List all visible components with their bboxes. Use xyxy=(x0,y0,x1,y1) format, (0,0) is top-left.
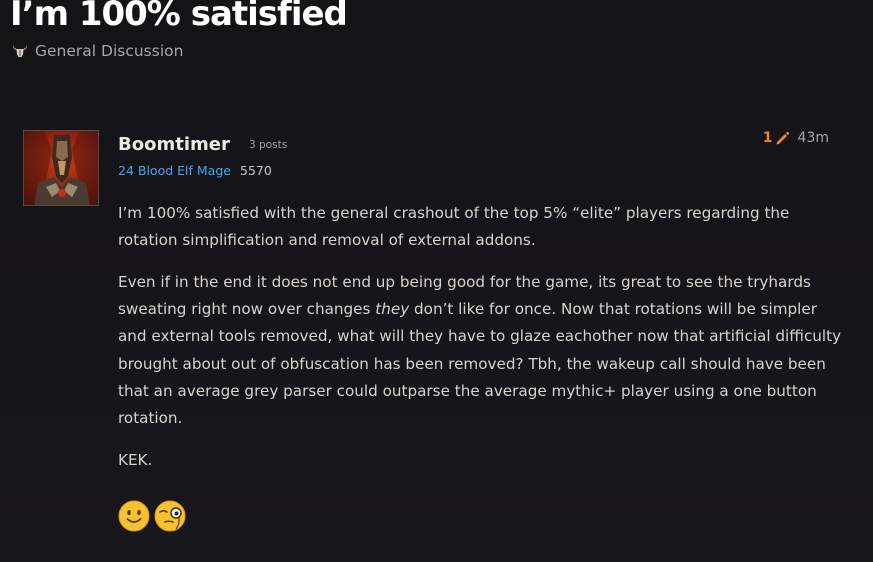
character-info[interactable]: 24 Blood Elf Mage xyxy=(118,163,231,178)
edit-history-button[interactable]: 1 xyxy=(763,130,790,146)
post-count: 3 posts xyxy=(249,139,288,151)
emoji-row xyxy=(118,500,186,532)
post-paragraph: I’m 100% satisfied with the general cras… xyxy=(118,204,790,250)
category-label: General Discussion xyxy=(35,42,184,60)
face-with-monocle-icon xyxy=(154,500,186,532)
post-text: don’t like for once. Now that rotations … xyxy=(118,300,842,427)
post-paragraph: Even if in the end it does not end up be… xyxy=(118,269,843,432)
forum-page: I’m 100% satisfied General Discussion Bo… xyxy=(0,0,873,562)
slightly-smiling-face-icon xyxy=(118,500,150,532)
pencil-icon xyxy=(775,131,790,146)
post-timestamp[interactable]: 43m xyxy=(798,130,829,146)
horned-helmet-icon xyxy=(12,44,28,58)
topic-title: I’m 100% satisfied xyxy=(10,0,348,34)
achievement-points: 5570 xyxy=(240,163,272,178)
username[interactable]: Boomtimer xyxy=(118,134,230,155)
edit-count: 1 xyxy=(762,130,773,146)
avatar[interactable] xyxy=(23,130,99,206)
post-paragraph: KEK. xyxy=(118,450,153,469)
post-meta: 1 43m xyxy=(763,130,829,146)
category-link[interactable]: General Discussion xyxy=(12,42,183,60)
post-body: I’m 100% satisfied with the general cras… xyxy=(118,200,843,488)
emphasis-text: they xyxy=(375,300,410,319)
